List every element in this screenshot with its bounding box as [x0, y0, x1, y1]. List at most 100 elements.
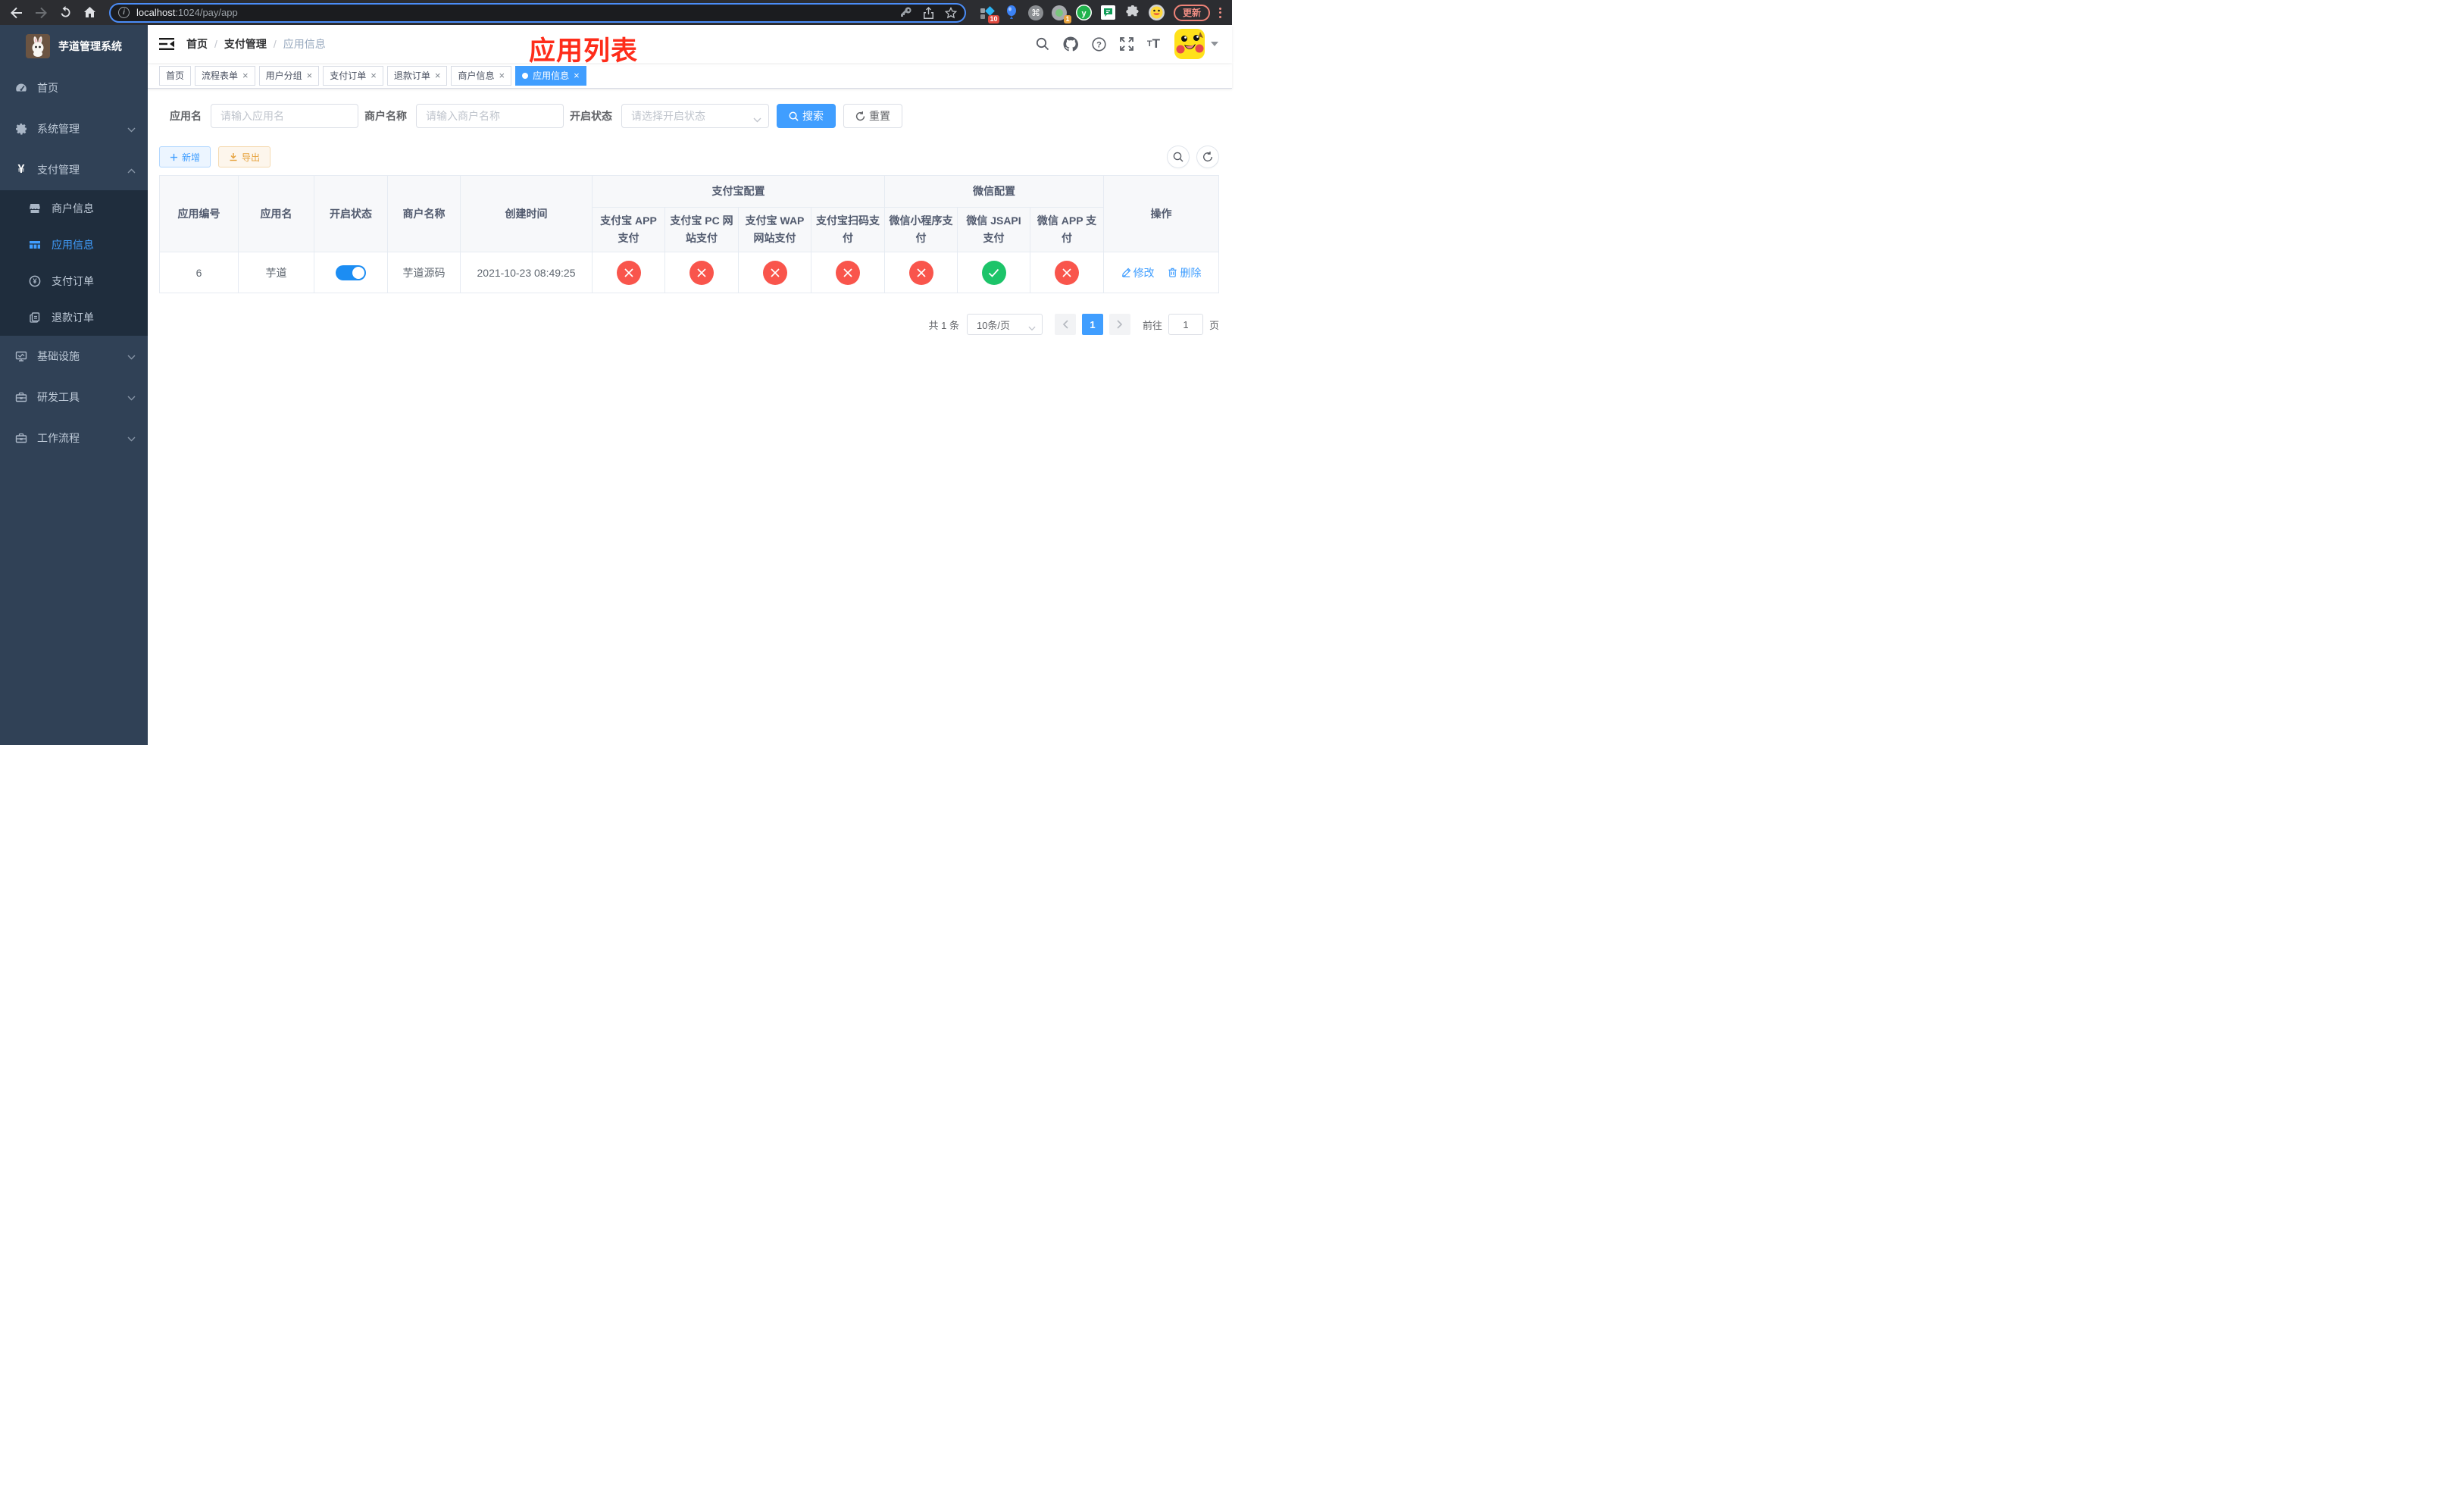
cell-status [314, 252, 388, 294]
chevron-down-icon [127, 432, 136, 444]
prev-page-button[interactable] [1054, 314, 1076, 336]
tag-pay-order[interactable]: 支付订单 × [323, 65, 383, 86]
sidebar-item-refund-order[interactable]: 退款订单 [0, 299, 148, 336]
balloon-icon [1007, 5, 1017, 19]
ext-chat-icon[interactable] [1100, 5, 1116, 20]
delete-link[interactable]: 删除 [1168, 265, 1201, 280]
github-link[interactable] [1056, 36, 1085, 52]
sidebar-item-label: 系统管理 [37, 123, 80, 135]
page-size-select[interactable]: 10条/页 [966, 314, 1043, 336]
share-icon[interactable] [923, 6, 934, 19]
user-avatar[interactable] [1174, 29, 1205, 59]
url-text: localhost:1024/pay/app [136, 7, 238, 18]
ext-badge: 10 [987, 15, 999, 23]
sidebar-item-label: 应用信息 [52, 239, 94, 251]
table-row: 6 芋道 芋道源码 2021-10-23 08:49:25 修改 删除 [159, 252, 1219, 294]
address-bar[interactable]: i localhost:1024/pay/app [109, 2, 966, 23]
browser-back-button[interactable] [6, 2, 27, 23]
ext-recorder-icon[interactable]: 1 [1052, 5, 1071, 23]
yen-icon: ¥ [17, 163, 25, 176]
sidebar-item-dev-tools[interactable]: 研发工具 [0, 377, 148, 418]
payment-submenu: 商户信息 应用信息 ¥ 支付订单 退款订单 [0, 190, 148, 336]
field-label-app-name: 应用名 [170, 110, 202, 122]
sidebar-item-merchant-info[interactable]: 商户信息 [0, 190, 148, 227]
edit-link[interactable]: 修改 [1121, 265, 1155, 280]
next-page-button[interactable] [1108, 314, 1130, 336]
question-circle-icon: ? [1092, 36, 1106, 52]
sidebar-item-infrastructure[interactable]: 基础设施 [0, 336, 148, 377]
tag-app-info[interactable]: 应用信息 × [515, 65, 586, 86]
sidebar-item-app-info[interactable]: 应用信息 [0, 227, 148, 263]
browser-home-button[interactable] [79, 2, 100, 23]
fullscreen-button[interactable] [1113, 37, 1140, 51]
refresh-table-button[interactable] [1196, 146, 1219, 168]
pencil-icon [1121, 268, 1130, 277]
ext-balloon-icon[interactable] [1004, 5, 1020, 20]
ext-pieces-icon[interactable]: 10 [980, 5, 999, 23]
chevron-right-icon [1117, 320, 1123, 329]
site-info-icon[interactable]: i [118, 7, 130, 18]
toggle-search-button[interactable] [1167, 146, 1190, 168]
tag-process-form[interactable]: 流程表单 × [195, 65, 255, 86]
col-header-alipay-qr: 支付宝扫码支付 [811, 206, 885, 253]
status-select[interactable]: 请选择开启状态 [621, 104, 769, 128]
font-size-button[interactable]: TT [1140, 36, 1167, 52]
ext-command-icon[interactable]: ⌘ [1027, 5, 1043, 20]
password-key-icon[interactable] [900, 7, 912, 19]
sidebar-item-system[interactable]: 系统管理 [0, 108, 148, 149]
search-icon [789, 111, 799, 121]
tag-refund-order[interactable]: 退款订单 × [386, 65, 448, 86]
tag-user-group[interactable]: 用户分组 × [258, 65, 320, 86]
tag-close-icon[interactable]: × [371, 70, 377, 80]
help-doc-button[interactable]: ? [1085, 36, 1113, 52]
sidebar-item-label: 支付订单 [52, 275, 94, 287]
sidebar-item-home[interactable]: 首页 [0, 67, 148, 108]
sidebar-fold-button[interactable] [159, 37, 180, 51]
caret-down-icon[interactable] [1211, 42, 1218, 46]
breadcrumb-home[interactable]: 首页 [186, 36, 208, 52]
refresh-icon [855, 111, 865, 121]
tag-close-icon[interactable]: × [307, 70, 313, 80]
svg-text:y: y [1081, 9, 1087, 18]
fullscreen-icon [1119, 37, 1134, 51]
sidebar-item-pay-order[interactable]: ¥ 支付订单 [0, 263, 148, 299]
ext-y-icon[interactable]: y [1075, 5, 1092, 20]
tag-close-icon[interactable]: × [435, 70, 441, 80]
browser-menu-icon[interactable] [1213, 7, 1224, 18]
search-button[interactable]: 搜索 [777, 104, 836, 128]
page-number-1[interactable]: 1 [1081, 314, 1103, 336]
chevron-down-icon [127, 391, 136, 403]
browser-forward-button[interactable] [30, 2, 52, 23]
merchant-name-input[interactable] [416, 104, 564, 128]
tag-close-icon[interactable]: × [574, 70, 580, 80]
breadcrumb-section[interactable]: 支付管理 [224, 36, 267, 52]
goto-page-input[interactable] [1168, 314, 1203, 336]
ext-puzzle-icon[interactable] [1124, 5, 1140, 20]
status-toggle[interactable] [336, 265, 366, 280]
sidebar-item-payment[interactable]: ¥ 支付管理 [0, 149, 148, 190]
app-name-input[interactable] [211, 104, 358, 128]
add-button[interactable]: 新增 [159, 146, 211, 167]
tag-merchant-info[interactable]: 商户信息 × [451, 65, 512, 86]
sidebar-logo[interactable]: 芋道管理系统 [0, 25, 148, 67]
sidebar-item-workflow[interactable]: 工作流程 [0, 418, 148, 459]
export-button[interactable]: 导出 [218, 146, 271, 167]
reset-button[interactable]: 重置 [843, 104, 902, 128]
col-header-id: 应用编号 [159, 174, 239, 253]
bookmark-star-icon[interactable] [944, 6, 957, 19]
chevron-down-icon [127, 350, 136, 362]
browser-update-button[interactable]: 更新 [1173, 4, 1210, 21]
field-label-status: 开启状态 [570, 110, 612, 122]
browser-chrome: i localhost:1024/pay/app 10 ⌘ 1 y 更新 [0, 0, 1232, 25]
cell-actions: 修改 删除 [1103, 252, 1219, 294]
table-toolbar: 新增 导出 [159, 146, 1219, 168]
tag-close-icon[interactable]: × [499, 70, 505, 80]
header-search-button[interactable] [1029, 37, 1056, 51]
sidebar-item-label: 研发工具 [37, 391, 80, 403]
tag-home[interactable]: 首页 [159, 65, 192, 86]
browser-reload-button[interactable] [55, 2, 76, 23]
tag-close-icon[interactable]: × [242, 70, 249, 80]
download-icon [230, 153, 237, 161]
ext-smiley-icon[interactable] [1148, 5, 1165, 20]
goto-label: 前往 [1142, 319, 1162, 331]
